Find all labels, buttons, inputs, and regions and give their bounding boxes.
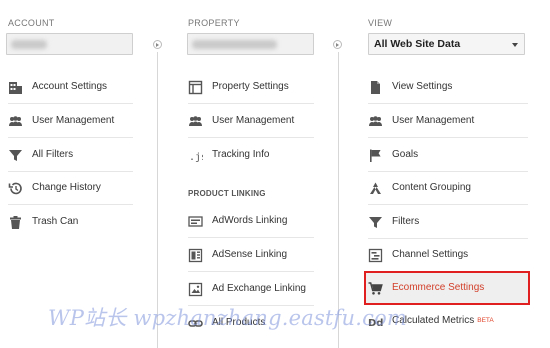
item-label: Tracking Info [212, 149, 270, 160]
item-label: All Filters [32, 149, 74, 160]
item-label: Trash Can [32, 216, 79, 227]
cart-icon [368, 281, 383, 296]
flag-icon [368, 148, 383, 163]
filters-item[interactable]: Filters [368, 206, 528, 239]
view-settings-item[interactable]: View Settings [368, 71, 528, 104]
content-grouping-item[interactable]: Content Grouping [368, 172, 528, 205]
window-icon [188, 80, 203, 95]
building-icon [8, 80, 23, 95]
property-column: PROPERTY Property Settings User Manageme… [180, 0, 340, 348]
property-select[interactable] [187, 33, 314, 55]
property-settings-item[interactable]: Property Settings [188, 71, 314, 104]
adsense-linking-item[interactable]: AdSense Linking [188, 239, 314, 272]
item-label: Ad Exchange Linking [212, 283, 306, 294]
adsense-icon [188, 248, 203, 263]
channel-icon [368, 248, 383, 263]
trash-icon [8, 215, 23, 230]
watermark: WP站长 wpzhanzhang.eastfu.com [48, 306, 408, 330]
ecommerce-settings-item[interactable]: Ecommerce Settings [368, 272, 528, 305]
tracking-info-item[interactable]: .js Tracking Info [188, 139, 314, 172]
channel-settings-item[interactable]: Channel Settings [368, 239, 528, 272]
property-user-management-item[interactable]: User Management [188, 105, 314, 138]
item-label: User Management [32, 115, 115, 126]
item-label: AdSense Linking [212, 249, 288, 260]
item-label: Change History [32, 182, 101, 193]
item-label-wrap: Calculated Metrics BETA [392, 315, 494, 326]
js-icon: .js [188, 148, 203, 163]
property-view-arrow-icon [333, 40, 342, 49]
document-icon [368, 80, 383, 95]
trash-can-item[interactable]: Trash Can [8, 206, 133, 239]
account-column: ACCOUNT Account Settings User Management… [0, 0, 160, 348]
filter-icon [368, 215, 383, 230]
account-label: ACCOUNT [8, 18, 55, 28]
svg-text:.js: .js [189, 152, 203, 163]
all-filters-item[interactable]: All Filters [8, 139, 133, 172]
adwords-icon [188, 214, 203, 229]
goals-item[interactable]: Goals [368, 139, 528, 172]
users-icon [8, 114, 23, 129]
item-label: Ecommerce Settings [392, 282, 485, 293]
adwords-linking-item[interactable]: AdWords Linking [188, 205, 314, 238]
change-history-item[interactable]: Change History [8, 172, 133, 205]
item-label: View Settings [392, 81, 453, 92]
account-select[interactable] [6, 33, 133, 55]
item-label: Content Grouping [392, 182, 471, 193]
users-icon [368, 114, 383, 129]
item-label: Property Settings [212, 81, 289, 92]
item-label: Filters [392, 216, 420, 227]
grouping-icon [368, 181, 383, 196]
adexchange-icon [188, 282, 203, 297]
item-label: Account Settings [32, 81, 108, 92]
users-icon [188, 114, 203, 129]
item-label: User Management [392, 115, 475, 126]
property-label: PROPERTY [188, 18, 240, 28]
account-settings-item[interactable]: Account Settings [8, 71, 133, 104]
item-label: Channel Settings [392, 249, 469, 260]
account-property-arrow-icon [153, 40, 162, 49]
view-user-management-item[interactable]: User Management [368, 105, 528, 138]
beta-badge: BETA [477, 317, 494, 324]
account-user-management-item[interactable]: User Management [8, 105, 133, 138]
view-items: View Settings User Management Goals Cont… [368, 0, 530, 348]
item-label: Goals [392, 149, 419, 160]
history-icon [8, 181, 23, 196]
item-label: User Management [212, 115, 295, 126]
item-label: AdWords Linking [212, 215, 288, 226]
filter-icon [8, 148, 23, 163]
product-linking-heading: PRODUCT LINKING [188, 189, 266, 198]
